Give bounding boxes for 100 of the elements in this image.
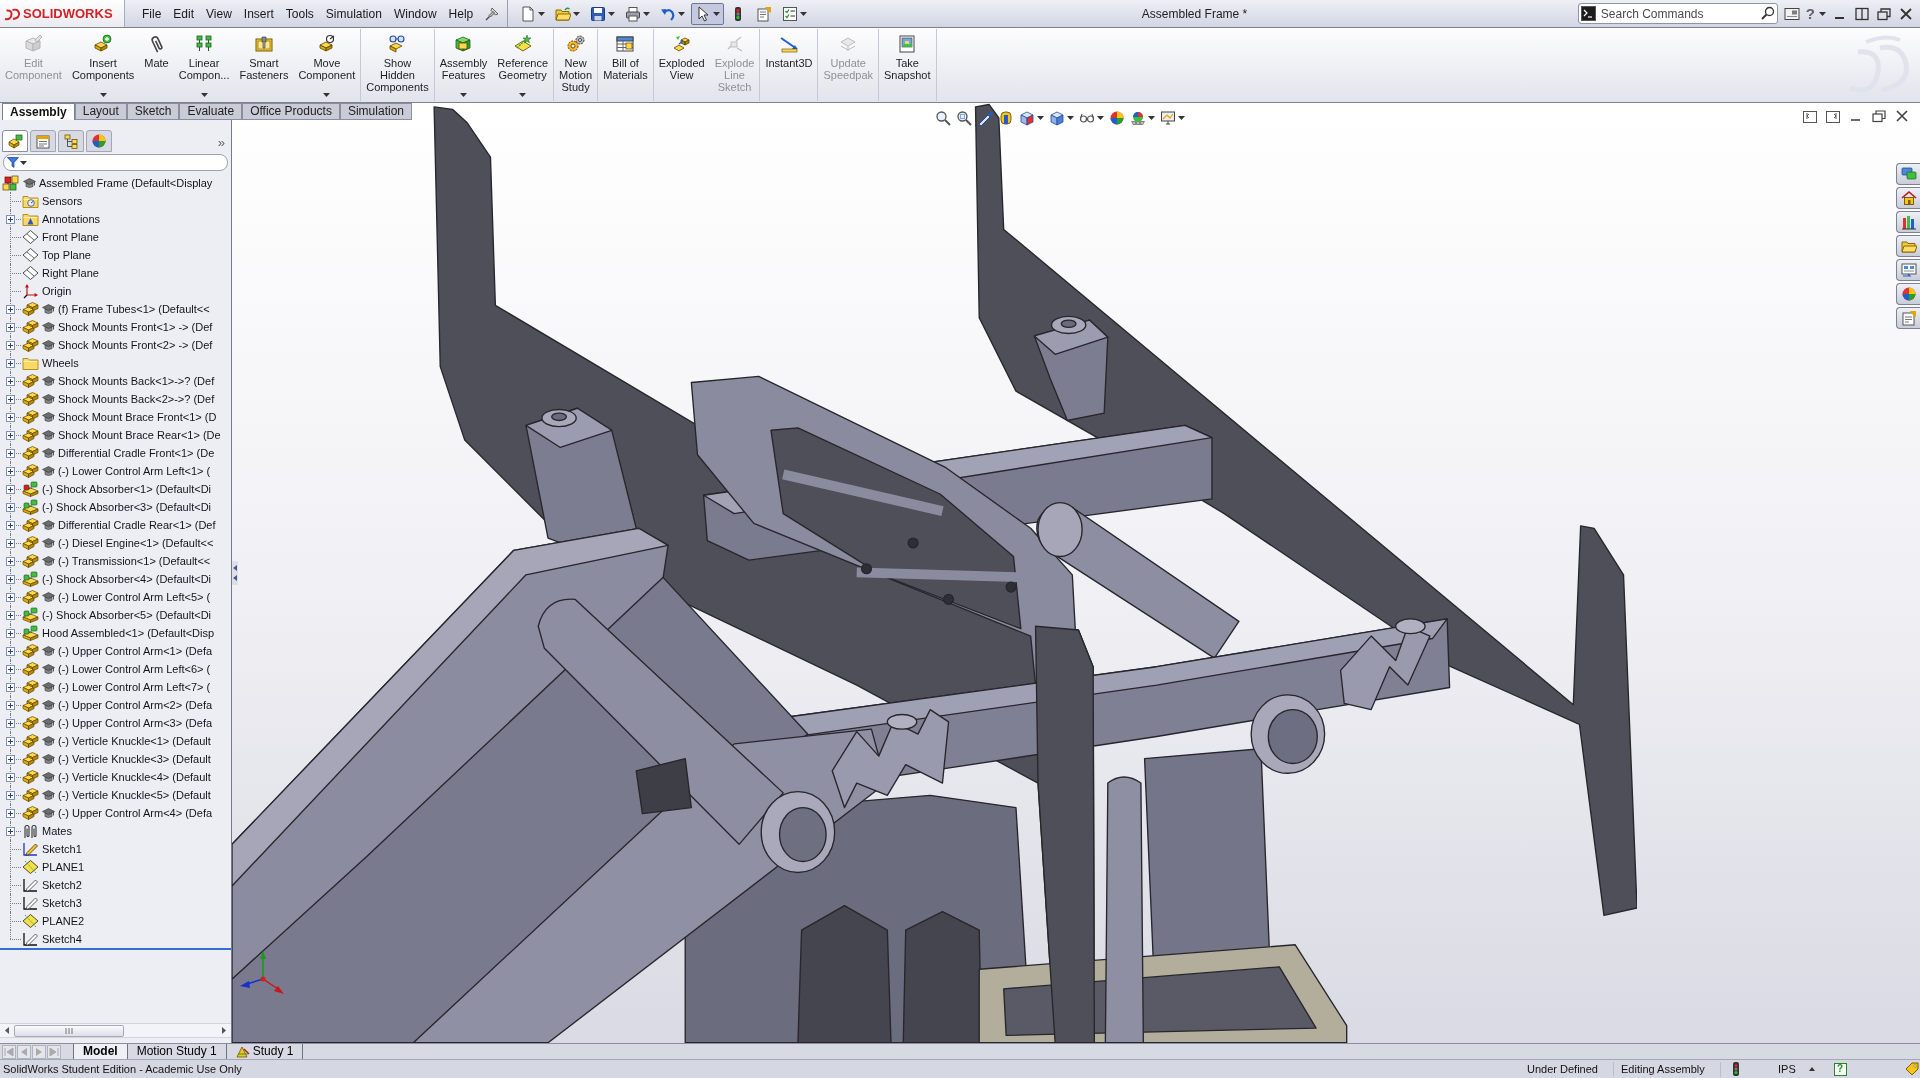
resources-tab[interactable] [1896, 163, 1920, 185]
tree-item[interactable]: (-) Shock Absorber<3> (Default<Di [22, 498, 214, 516]
toolbar-button[interactable]: Smart Fasteners [234, 29, 294, 101]
search-icon[interactable] [1760, 6, 1775, 20]
help-button[interactable]: ? [1833, 1062, 1847, 1076]
menu-item[interactable]: Edit [167, 0, 201, 27]
tree-item[interactable]: (-) Verticle Knuckle<3> (Default [22, 750, 213, 768]
tree-item[interactable]: (-) Transmission<1> (Default<< [22, 552, 213, 570]
menu-item[interactable]: View [200, 0, 238, 27]
close-icon[interactable] [1894, 109, 1910, 123]
tree-item[interactable]: (-) Upper Control Arm<2> (Defa [22, 696, 215, 714]
menu-item[interactable]: Window [387, 0, 443, 27]
horizontal-scrollbar[interactable] [0, 1023, 231, 1038]
tile-right-icon[interactable] [1825, 109, 1841, 123]
expand-icon[interactable] [6, 719, 15, 728]
tree-item[interactable]: PLANE2 [22, 912, 87, 930]
toolbar-button[interactable]: Take Snapshot [879, 29, 936, 101]
expand-icon[interactable] [6, 305, 15, 314]
caret-up-icon[interactable] [1808, 1067, 1815, 1071]
toolbar-button[interactable]: Move Component [293, 29, 361, 101]
tree-item[interactable]: Shock Mounts Back<1>->? (Def [22, 372, 217, 390]
view-settings-button[interactable] [1160, 109, 1185, 127]
appearances-tab[interactable] [1896, 283, 1920, 305]
toolbar-button[interactable]: Assembly Features [434, 29, 493, 101]
traffic-light-icon[interactable] [1731, 1062, 1740, 1076]
expand-icon[interactable] [6, 755, 15, 764]
tree-item[interactable]: Sketch2 [22, 876, 84, 894]
tab[interactable]: Assembly [2, 103, 75, 120]
expand-icon[interactable] [6, 413, 15, 422]
tree-item[interactable]: Sketch4 [22, 930, 84, 948]
tree-item[interactable]: Hood Assembled<1> (Default<Disp [22, 624, 217, 642]
toolbar-button[interactable]: Linear Compon... [173, 29, 235, 101]
tab[interactable]: Layout [74, 103, 127, 120]
toolbar-button[interactable]: Reference Geometry [492, 29, 554, 101]
section-view-button[interactable] [998, 109, 1014, 127]
design-library-tab[interactable] [1896, 211, 1920, 233]
tree-item[interactable]: (-) Diesel Engine<1> (Default<< [22, 534, 216, 552]
menu-item[interactable]: Tools [279, 0, 320, 27]
close-icon[interactable] [1898, 6, 1914, 21]
tab[interactable]: Office Products [242, 103, 340, 120]
expand-icon[interactable] [6, 611, 15, 620]
tree-item[interactable]: (-) Verticle Knuckle<5> (Default [22, 786, 213, 804]
tab[interactable]: Simulation [339, 103, 412, 120]
expand-icon[interactable] [6, 449, 15, 458]
tree-item[interactable]: Sketch1 [22, 840, 84, 858]
toolbar-button[interactable]: Show Hidden Components [361, 29, 434, 101]
zoom-area-button[interactable] [956, 109, 972, 127]
tree-item[interactable]: (-) Upper Control Arm<1> (Defa [22, 642, 215, 660]
scrollbar-thumb[interactable] [14, 1024, 124, 1037]
tree-item[interactable]: Wheels [22, 354, 81, 372]
toolbar-button[interactable]: New Motion Study [554, 29, 598, 101]
view-palette-tab[interactable] [1896, 259, 1920, 281]
tree-item[interactable]: Shock Mount Brace Front<1> (D [22, 408, 219, 426]
expand-icon[interactable] [6, 701, 15, 710]
tree-item[interactable]: (-) Lower Control Arm Left<7> ( [22, 678, 213, 696]
tree-item[interactable]: (-) Lower Control Arm Left<5> ( [22, 588, 213, 606]
expand-icon[interactable] [6, 575, 15, 584]
view-orientation-button[interactable] [1019, 109, 1044, 127]
expand-panel-button[interactable]: » [217, 136, 225, 149]
toolbar-button[interactable]: Exploded View [653, 29, 710, 101]
tree-item[interactable]: Differential Cradle Front<1> (De [22, 444, 217, 462]
tag-icon[interactable] [1905, 1062, 1919, 1076]
expand-icon[interactable] [6, 539, 15, 548]
expand-icon[interactable] [6, 791, 15, 800]
expand-icon[interactable] [6, 377, 15, 386]
scene-button[interactable] [1130, 109, 1155, 127]
filter-field[interactable] [3, 154, 228, 171]
tree-item[interactable]: Shock Mounts Front<1> -> (Def [22, 318, 215, 336]
expand-icon[interactable] [6, 683, 15, 692]
toolbar-button[interactable]: Insert Components [66, 29, 140, 101]
menu-item[interactable]: Simulation [319, 0, 388, 27]
search-field[interactable]: Search Commands [1577, 3, 1778, 24]
display-manager-tab[interactable] [86, 130, 112, 152]
expand-icon[interactable] [6, 341, 15, 350]
tree-item[interactable]: (f) Frame Tubes<1> (Default<< [22, 300, 212, 318]
tree-item[interactable]: Top Plane [22, 246, 93, 264]
toolbar-button[interactable]: Bill of Materials [598, 29, 653, 101]
tree-item[interactable]: Shock Mount Brace Rear<1> (De [22, 426, 223, 444]
tree-item[interactable]: Assembled Frame (Default<Display [2, 174, 215, 192]
menu-item[interactable]: Help [442, 0, 480, 27]
tree-item[interactable]: Shock Mounts Front<2> -> (Def [22, 336, 215, 354]
toolbar-button[interactable]: Instant3D [760, 29, 818, 101]
expand-icon[interactable] [6, 521, 15, 530]
tree-item[interactable]: (-) Verticle Knuckle<1> (Default [22, 732, 213, 750]
tree-item[interactable]: (-) Upper Control Arm<3> (Defa [22, 714, 215, 732]
tree-item[interactable]: (-) Shock Absorber<4> (Default<Di [22, 570, 214, 588]
pin-icon[interactable] [485, 6, 500, 21]
feature-tree-tab[interactable] [2, 130, 28, 152]
expand-icon[interactable] [6, 323, 15, 332]
menu-item[interactable]: File [136, 0, 168, 27]
property-manager-tab[interactable] [30, 130, 56, 152]
tree-item[interactable]: (-) Verticle Knuckle<4> (Default [22, 768, 213, 786]
restore-icon[interactable] [1871, 109, 1887, 123]
tree-item[interactable]: Right Plane [22, 264, 101, 282]
expand-icon[interactable] [6, 827, 15, 836]
tree-item[interactable]: (-) Lower Control Arm Left<6> ( [22, 660, 213, 678]
tile-icon[interactable] [1854, 6, 1870, 21]
expand-icon[interactable] [6, 593, 15, 602]
expand-icon[interactable] [6, 467, 15, 476]
toolbar-button[interactable]: Mate [139, 29, 174, 101]
